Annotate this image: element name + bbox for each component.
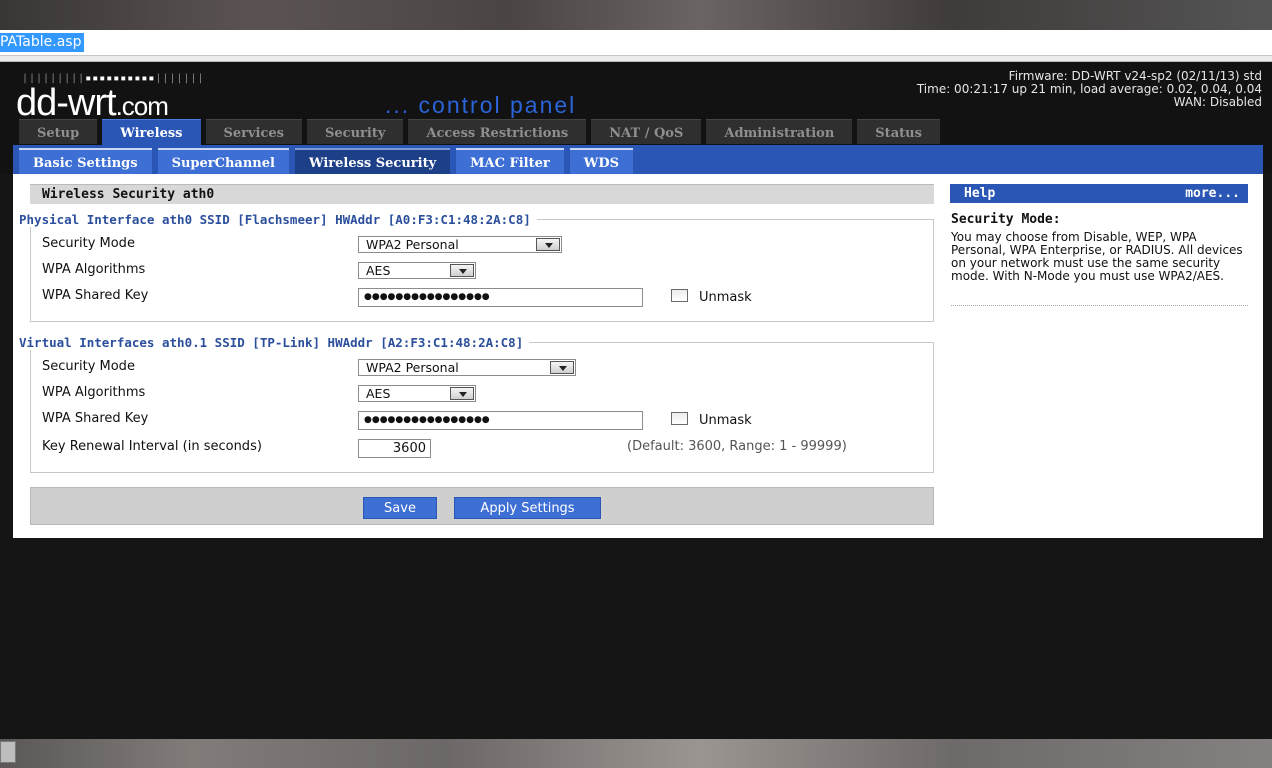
- virtual-unmask-checkbox[interactable]: [671, 412, 688, 425]
- desktop-bottom-strip: [0, 739, 1272, 768]
- chevron-down-icon[interactable]: [550, 361, 574, 374]
- virtual-interface-legend: Virtual Interfaces ath0.1 SSID [TP-Link]…: [19, 335, 530, 350]
- sub-tabs: Basic Settings SuperChannel Wireless Sec…: [19, 148, 639, 174]
- virtual-security-mode-select[interactable]: WPA2 Personal: [358, 359, 576, 376]
- chevron-down-icon[interactable]: [450, 264, 474, 277]
- physical-unmask-label: Unmask: [699, 290, 752, 305]
- tab-setup[interactable]: Setup: [19, 119, 98, 144]
- physical-algorithms-label: WPA Algorithms: [42, 262, 146, 277]
- physical-algorithms-value: AES: [366, 263, 391, 278]
- virtual-security-mode-value: WPA2 Personal: [366, 360, 459, 375]
- desktop-top-strip: [0, 0, 1272, 30]
- tab-nat-qos[interactable]: NAT / QoS: [591, 119, 702, 144]
- physical-shared-key-label: WPA Shared Key: [42, 288, 149, 303]
- tab-security[interactable]: Security: [307, 119, 404, 144]
- physical-unmask-checkbox[interactable]: [671, 289, 688, 302]
- key-renewal-hint: (Default: 3600, Range: 1 - 99999): [627, 439, 847, 454]
- tab-administration[interactable]: Administration: [706, 119, 853, 144]
- help-header: Help more...: [950, 184, 1248, 203]
- tab-status[interactable]: Status: [857, 119, 940, 144]
- router-status: Firmware: DD-WRT v24-sp2 (02/11/13) std …: [917, 70, 1262, 109]
- wan-status: WAN: Disabled: [1173, 95, 1262, 109]
- logo-main: dd-wrt: [16, 82, 117, 124]
- subtab-wireless-security[interactable]: Wireless Security: [294, 148, 451, 174]
- help-divider: [951, 305, 1248, 306]
- logo-suffix: .com: [115, 91, 169, 121]
- virtual-algorithms-value: AES: [366, 386, 391, 401]
- apply-settings-button[interactable]: Apply Settings: [454, 497, 601, 519]
- subtab-basic-settings[interactable]: Basic Settings: [19, 148, 152, 174]
- physical-interface-legend: Physical Interface ath0 SSID [Flachsmeer…: [19, 212, 537, 227]
- physical-security-mode-value: WPA2 Personal: [366, 237, 459, 252]
- physical-algorithms-select[interactable]: AES: [358, 262, 476, 279]
- physical-shared-key-input[interactable]: ●●●●●●●●●●●●●●●●: [358, 288, 643, 307]
- chevron-down-icon[interactable]: [536, 238, 560, 251]
- section-title: Wireless Security ath0: [30, 184, 934, 204]
- address-bar[interactable]: PATable.asp: [0, 30, 1272, 56]
- tab-services[interactable]: Services: [205, 119, 303, 144]
- tab-access-restrictions[interactable]: Access Restrictions: [408, 119, 587, 144]
- virtual-shared-key-label: WPA Shared Key: [42, 411, 149, 426]
- virtual-algorithms-label: WPA Algorithms: [42, 385, 146, 400]
- help-topic-title: Security Mode:: [951, 212, 1061, 227]
- physical-security-mode-label: Security Mode: [42, 236, 135, 251]
- virtual-algorithms-select[interactable]: AES: [358, 385, 476, 402]
- help-title-label: Help: [964, 186, 996, 201]
- main-tabs: Setup Wireless Services Security Access …: [19, 119, 945, 145]
- tab-wireless[interactable]: Wireless: [102, 119, 201, 145]
- control-panel-tagline: ... control panel: [385, 92, 577, 118]
- key-renewal-input[interactable]: 3600: [358, 439, 431, 458]
- key-renewal-label: Key Renewal Interval (in seconds): [42, 439, 262, 454]
- subtab-superchannel[interactable]: SuperChannel: [157, 148, 289, 174]
- address-text[interactable]: PATable.asp: [0, 33, 85, 52]
- chevron-down-icon[interactable]: [450, 387, 474, 400]
- help-more-link[interactable]: more...: [1185, 184, 1240, 203]
- virtual-shared-key-input[interactable]: ●●●●●●●●●●●●●●●●: [358, 411, 643, 430]
- taskbar-button[interactable]: [0, 741, 16, 763]
- virtual-security-mode-label: Security Mode: [42, 359, 135, 374]
- save-button[interactable]: Save: [363, 497, 437, 519]
- virtual-unmask-label: Unmask: [699, 413, 752, 428]
- subtab-mac-filter[interactable]: MAC Filter: [456, 148, 564, 174]
- subtab-wds[interactable]: WDS: [569, 148, 634, 174]
- help-topic-text: You may choose from Disable, WEP, WPA Pe…: [951, 230, 1243, 283]
- physical-security-mode-select[interactable]: WPA2 Personal: [358, 236, 562, 253]
